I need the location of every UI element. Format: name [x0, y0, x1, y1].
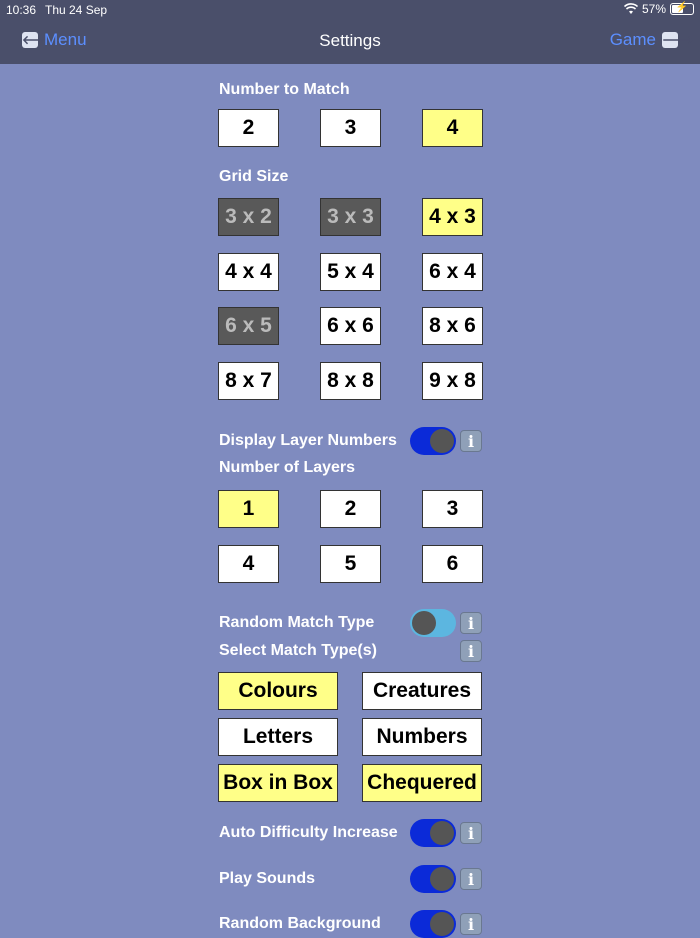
- layers-option-5[interactable]: 5: [320, 545, 381, 583]
- grid-size-option-6x4[interactable]: 6 x 4: [422, 253, 483, 291]
- grid-size-option-4x4[interactable]: 4 x 4: [218, 253, 279, 291]
- navigation-bar: 🡐 Menu Settings Game 🡒: [0, 20, 700, 64]
- match-type-colours[interactable]: Colours: [218, 672, 338, 710]
- game-forward-button[interactable]: Game 🡒: [609, 30, 695, 50]
- match-type-letters[interactable]: Letters: [218, 718, 338, 756]
- random-background-info-icon[interactable]: i: [460, 913, 482, 935]
- select-match-types-label: Select Match Type(s): [219, 642, 377, 659]
- grid-size-option-9x8[interactable]: 9 x 8: [422, 362, 483, 400]
- grid-size-option-3x2: 3 x 2: [218, 198, 279, 236]
- display-layer-numbers-toggle[interactable]: [410, 427, 456, 455]
- status-right: 57% ⚡: [623, 2, 694, 16]
- battery-icon: ⚡: [670, 2, 694, 15]
- random-match-type-info-icon[interactable]: i: [460, 612, 482, 634]
- layers-option-3[interactable]: 3: [422, 490, 483, 528]
- layers-option-6[interactable]: 6: [422, 545, 483, 583]
- display-layer-numbers-info-icon[interactable]: i: [460, 430, 482, 452]
- auto-difficulty-toggle[interactable]: [410, 819, 456, 847]
- number-of-layers-label: Number of Layers: [219, 459, 356, 476]
- status-time: 10:36: [6, 3, 37, 17]
- random-match-type-label: Random Match Type: [219, 614, 375, 631]
- toggle-knob: [430, 867, 454, 891]
- grid-size-option-6x5: 6 x 5: [218, 307, 279, 345]
- select-match-types-info-icon[interactable]: i: [460, 640, 482, 662]
- number-to-match-option-4[interactable]: 4: [422, 109, 483, 147]
- toggle-knob: [430, 912, 454, 936]
- match-type-creatures[interactable]: Creatures: [362, 672, 482, 710]
- play-sounds-info-icon[interactable]: i: [460, 868, 482, 890]
- grid-size-option-5x4[interactable]: 5 x 4: [320, 253, 381, 291]
- random-background-label: Random Background: [219, 915, 381, 932]
- play-sounds-label: Play Sounds: [219, 870, 316, 887]
- auto-difficulty-label: Auto Difficulty Increase: [219, 824, 398, 841]
- match-type-numbers[interactable]: Numbers: [362, 718, 482, 756]
- game-forward-label: Game: [609, 30, 656, 49]
- grid-size-label: Grid Size: [219, 168, 289, 185]
- play-sounds-toggle[interactable]: [410, 865, 456, 893]
- page-title: Settings: [319, 31, 381, 50]
- layers-option-1[interactable]: 1: [218, 490, 279, 528]
- grid-size-option-8x6[interactable]: 8 x 6: [422, 307, 483, 345]
- match-type-chequered[interactable]: Chequered: [362, 764, 482, 802]
- grid-size-option-6x6[interactable]: 6 x 6: [320, 307, 381, 345]
- grid-size-option-3x3: 3 x 3: [320, 198, 381, 236]
- wifi-icon: [623, 3, 638, 14]
- grid-size-option-8x7[interactable]: 8 x 7: [218, 362, 279, 400]
- number-to-match-option-3[interactable]: 3: [320, 109, 381, 147]
- toggle-knob: [412, 611, 436, 635]
- random-match-type-toggle[interactable]: [410, 609, 456, 637]
- toggle-knob: [430, 429, 454, 453]
- toggle-knob: [430, 821, 454, 845]
- arrow-right-icon: 🡒: [662, 32, 695, 48]
- layers-option-4[interactable]: 4: [218, 545, 279, 583]
- number-to-match-option-2[interactable]: 2: [218, 109, 279, 147]
- display-layer-numbers-label: Display Layer Numbers: [219, 432, 397, 449]
- auto-difficulty-info-icon[interactable]: i: [460, 822, 482, 844]
- grid-size-option-4x3[interactable]: 4 x 3: [422, 198, 483, 236]
- status-date: Thu 24 Sep: [45, 3, 108, 17]
- grid-size-option-8x8[interactable]: 8 x 8: [320, 362, 381, 400]
- status-bar: 10:36 Thu 24 Sep 57% ⚡: [0, 0, 700, 20]
- match-type-box-in-box[interactable]: Box in Box: [218, 764, 338, 802]
- battery-percent: 57%: [641, 2, 666, 16]
- number-to-match-label: Number to Match: [219, 81, 350, 98]
- layers-option-2[interactable]: 2: [320, 490, 381, 528]
